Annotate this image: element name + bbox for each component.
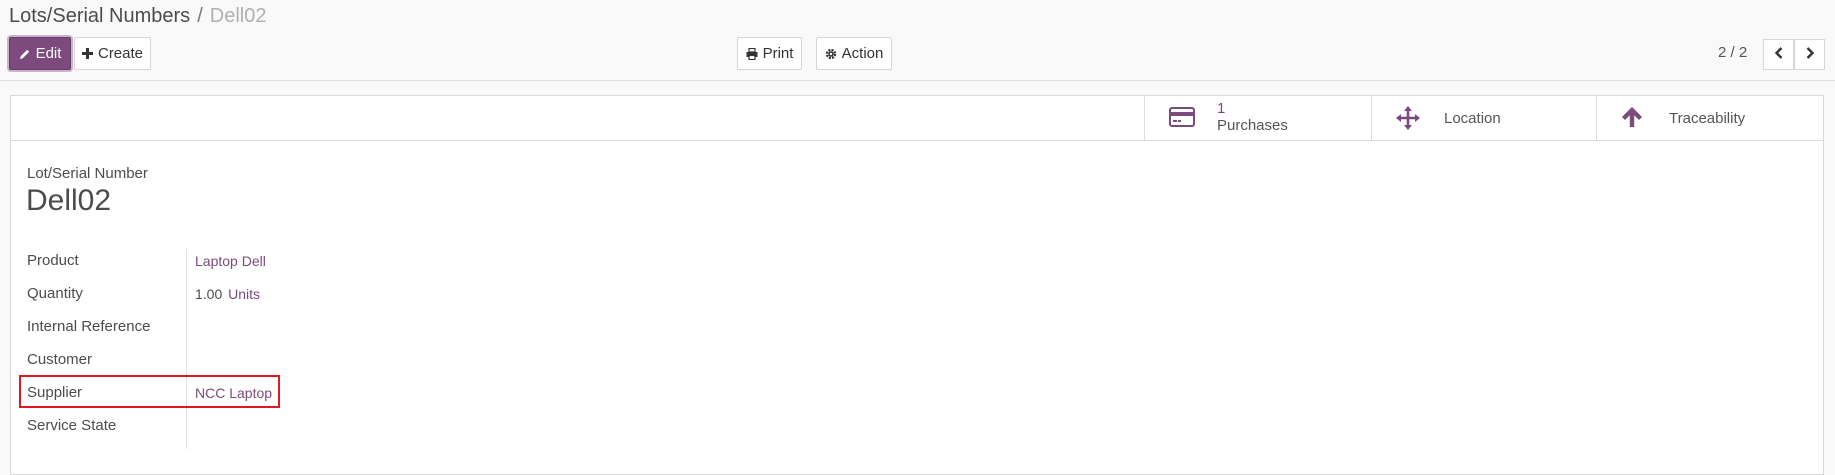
smart-button-box: 1 Purchases Location Traceability [11, 96, 1823, 141]
arrow-up-icon [1621, 106, 1643, 133]
action-button[interactable]: Action [816, 37, 892, 70]
pager-value: 2 / 2 [1718, 44, 1748, 61]
pencil-icon [19, 48, 31, 60]
quantity-amount: 1.00 [195, 286, 223, 302]
action-button-label: Action [841, 45, 884, 62]
print-button-label: Print [762, 45, 794, 62]
gear-icon [825, 48, 837, 60]
quantity-unit[interactable]: Units [228, 286, 260, 302]
plus-icon [81, 48, 93, 59]
customer-field-label: Customer [27, 351, 93, 368]
traceability-label: Traceability [1669, 110, 1746, 127]
control-panel-divider [0, 80, 1835, 81]
quantity-field-label: Quantity [27, 285, 83, 302]
purchases-count: 1 [1217, 100, 1226, 117]
breadcrumb-lots-serial-numbers[interactable]: Lots/Serial Numbers [9, 5, 190, 27]
move-arrows-icon [1396, 106, 1420, 135]
breadcrumb-current: Dell02 [209, 5, 267, 27]
chevron-right-icon [1805, 46, 1815, 64]
traceability-smart-button[interactable]: Traceability [1596, 96, 1825, 140]
service-state-field-label: Service State [27, 417, 117, 434]
credit-card-icon [1169, 106, 1195, 133]
internal-reference-field-label: Internal Reference [27, 318, 151, 335]
form-sheet: 1 Purchases Location Traceability Lot/Se… [10, 95, 1824, 475]
pager-previous-button[interactable] [1763, 39, 1794, 70]
location-label: Location [1444, 110, 1501, 127]
purchases-smart-button[interactable]: 1 Purchases [1144, 96, 1371, 140]
chevron-left-icon [1774, 46, 1784, 64]
print-icon [746, 47, 758, 60]
supplier-highlight-box [19, 375, 280, 408]
edit-button-label: Edit [35, 45, 62, 62]
breadcrumb: Lots/Serial Numbers / Dell02 [9, 5, 266, 28]
create-button[interactable]: Create [74, 37, 151, 70]
pager-next-button[interactable] [1794, 39, 1825, 70]
field-column-divider [186, 249, 187, 449]
product-field-value[interactable]: Laptop Dell [195, 253, 266, 269]
lot-serial-number-label: Lot/Serial Number [27, 165, 148, 182]
edit-button[interactable]: Edit [9, 37, 71, 70]
purchases-label: Purchases [1217, 117, 1288, 134]
location-smart-button[interactable]: Location [1371, 96, 1596, 140]
breadcrumb-separator: / [197, 5, 203, 27]
print-button[interactable]: Print [737, 37, 802, 70]
quantity-field-value: 1.00 Units [195, 286, 260, 302]
lot-serial-number-title: Dell02 [26, 184, 112, 217]
create-button-label: Create [97, 45, 144, 62]
product-field-label: Product [27, 252, 79, 269]
